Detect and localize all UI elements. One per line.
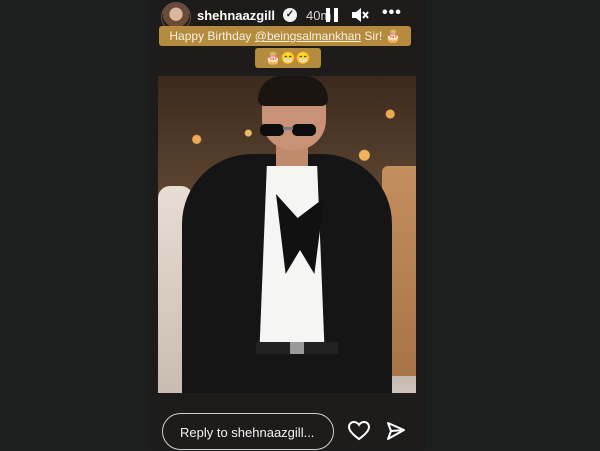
story-photo[interactable]	[158, 76, 416, 393]
caption-line-2: 🎂😁😁	[255, 48, 321, 68]
username[interactable]: shehnaazgill	[197, 8, 275, 23]
mention-link[interactable]: @beingsalmankhan	[255, 29, 361, 43]
verified-badge-icon: ✓	[283, 8, 297, 22]
sunglasses	[260, 124, 316, 136]
send-icon[interactable]	[386, 421, 406, 441]
caption-prefix: Happy Birthday	[169, 29, 255, 43]
belt-buckle	[290, 342, 304, 354]
caption-line-1: Happy Birthday @beingsalmankhan Sir! 🎂	[159, 26, 411, 46]
caption-suffix: Sir! 🎂	[361, 29, 401, 43]
hair	[258, 76, 328, 106]
heart-icon[interactable]	[348, 421, 370, 441]
story-viewer: shehnaazgill ✓ 40m ••• Happy Birthday @b…	[148, 0, 426, 450]
reply-input[interactable]: Reply to shehnaazgill...	[162, 413, 334, 450]
pause-icon[interactable]	[326, 8, 338, 22]
muted-speaker-icon[interactable]	[351, 7, 369, 23]
more-options-icon[interactable]: •••	[382, 4, 404, 24]
